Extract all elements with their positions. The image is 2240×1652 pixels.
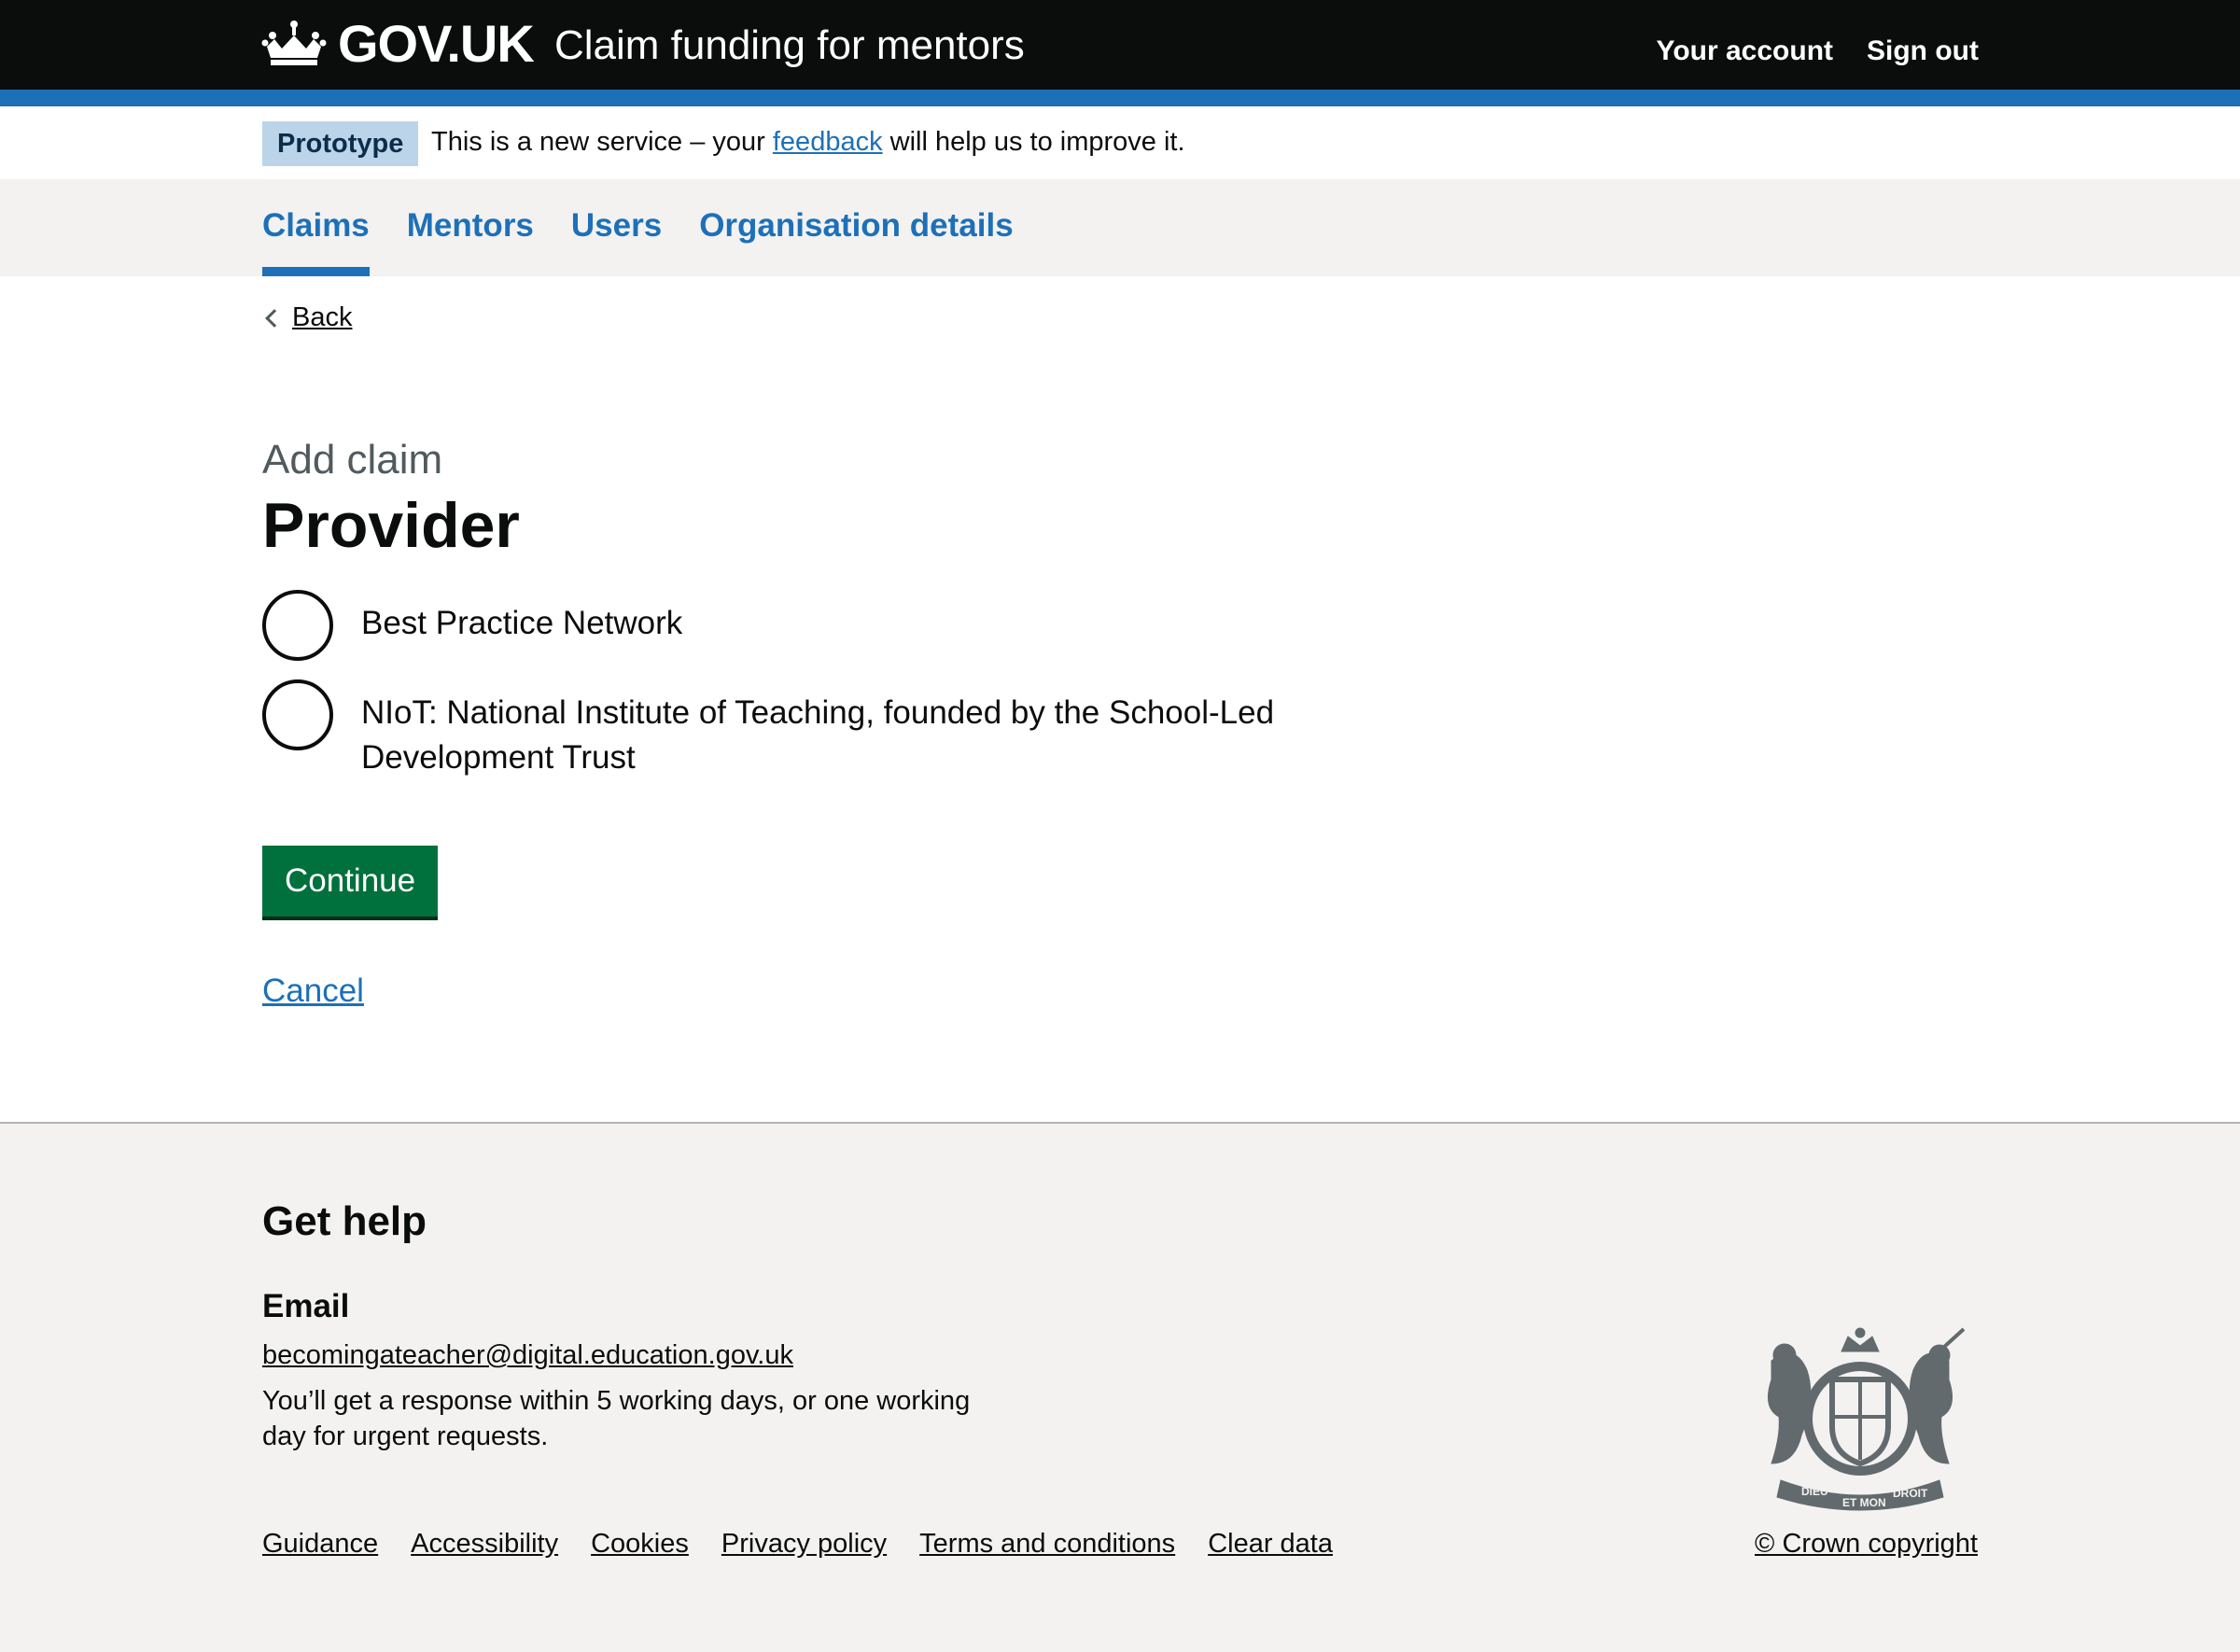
radio-label: NIoT: National Institute of Teaching, fo… [361,694,1275,776]
phase-text-after: will help us to improve it. [889,127,1185,157]
footer-link-accessibility[interactable]: Accessibility [411,1529,558,1560]
radio-button[interactable] [262,679,333,750]
crown-copyright-link[interactable]: © Crown copyright [1755,1529,1978,1560]
feedback-link[interactable]: feedback [773,127,883,157]
page-caption: Add claim [262,437,443,483]
crest-motto-center: ET MON [1842,1496,1886,1509]
get-help-heading: Get help [262,1198,427,1244]
nav-item-claims[interactable]: Claims [262,179,370,276]
page-title: Provider [262,490,520,561]
email-heading: Email [262,1288,350,1324]
back-link[interactable]: Back [292,302,352,333]
royal-coat-of-arms-icon: DIEU ET MON DROIT [1767,1327,1966,1511]
continue-button[interactable]: Continue [262,846,439,917]
nav-item-organisation-details[interactable]: Organisation details [699,179,1013,276]
service-navigation: Claims Mentors Users Organisation detail… [0,179,2240,276]
footer-link-privacy-policy[interactable]: Privacy policy [721,1529,887,1560]
header-blue-bar [0,90,2240,106]
crest-motto-left: DIEU [1801,1485,1828,1498]
footer: Get help Email becomingateacher@digital.… [0,1122,2240,1652]
govuk-header: GOV.UK Claim funding for mentors Your ac… [0,0,2240,90]
footer-link-cookies[interactable]: Cookies [591,1529,689,1560]
radio-option-best-practice-network[interactable]: Best Practice Network [262,590,1313,661]
your-account-link[interactable]: Your account [1657,35,1833,67]
nav-item-users[interactable]: Users [571,179,662,276]
phase-text-before: This is a new service – your [431,127,765,157]
phase-banner: Prototype This is a new service – your f… [0,106,2240,179]
footer-links: Guidance Accessibility Cookies Privacy p… [262,1529,1333,1560]
cancel-link[interactable]: Cancel [262,973,364,1010]
footer-link-guidance[interactable]: Guidance [262,1529,378,1560]
service-name[interactable]: Claim funding for mentors [554,22,1025,69]
crown-icon [261,21,327,65]
account-nav: Your account Sign out [1657,35,1979,67]
govuk-logo[interactable]: GOV.UK [338,13,535,74]
chevron-left-icon [265,308,284,328]
support-email-link[interactable]: becomingateacher@digital.education.gov.u… [262,1340,793,1371]
radio-option-niot[interactable]: NIoT: National Institute of Teaching, fo… [262,679,1313,780]
response-time-text: You’ll get a response within 5 working d… [262,1386,971,1451]
crest-motto-right: DROIT [1893,1487,1928,1500]
radio-label: Best Practice Network [361,605,683,641]
footer-link-clear-data[interactable]: Clear data [1208,1529,1333,1560]
phase-tag: Prototype [262,121,419,166]
sign-out-link[interactable]: Sign out [1867,35,1979,67]
phase-text: This is a new service – your feedback wi… [431,127,1185,158]
nav-item-mentors[interactable]: Mentors [407,179,534,276]
radio-button[interactable] [262,590,333,661]
footer-link-terms[interactable]: Terms and conditions [919,1529,1175,1560]
back-link-wrapper: Back [262,302,352,333]
